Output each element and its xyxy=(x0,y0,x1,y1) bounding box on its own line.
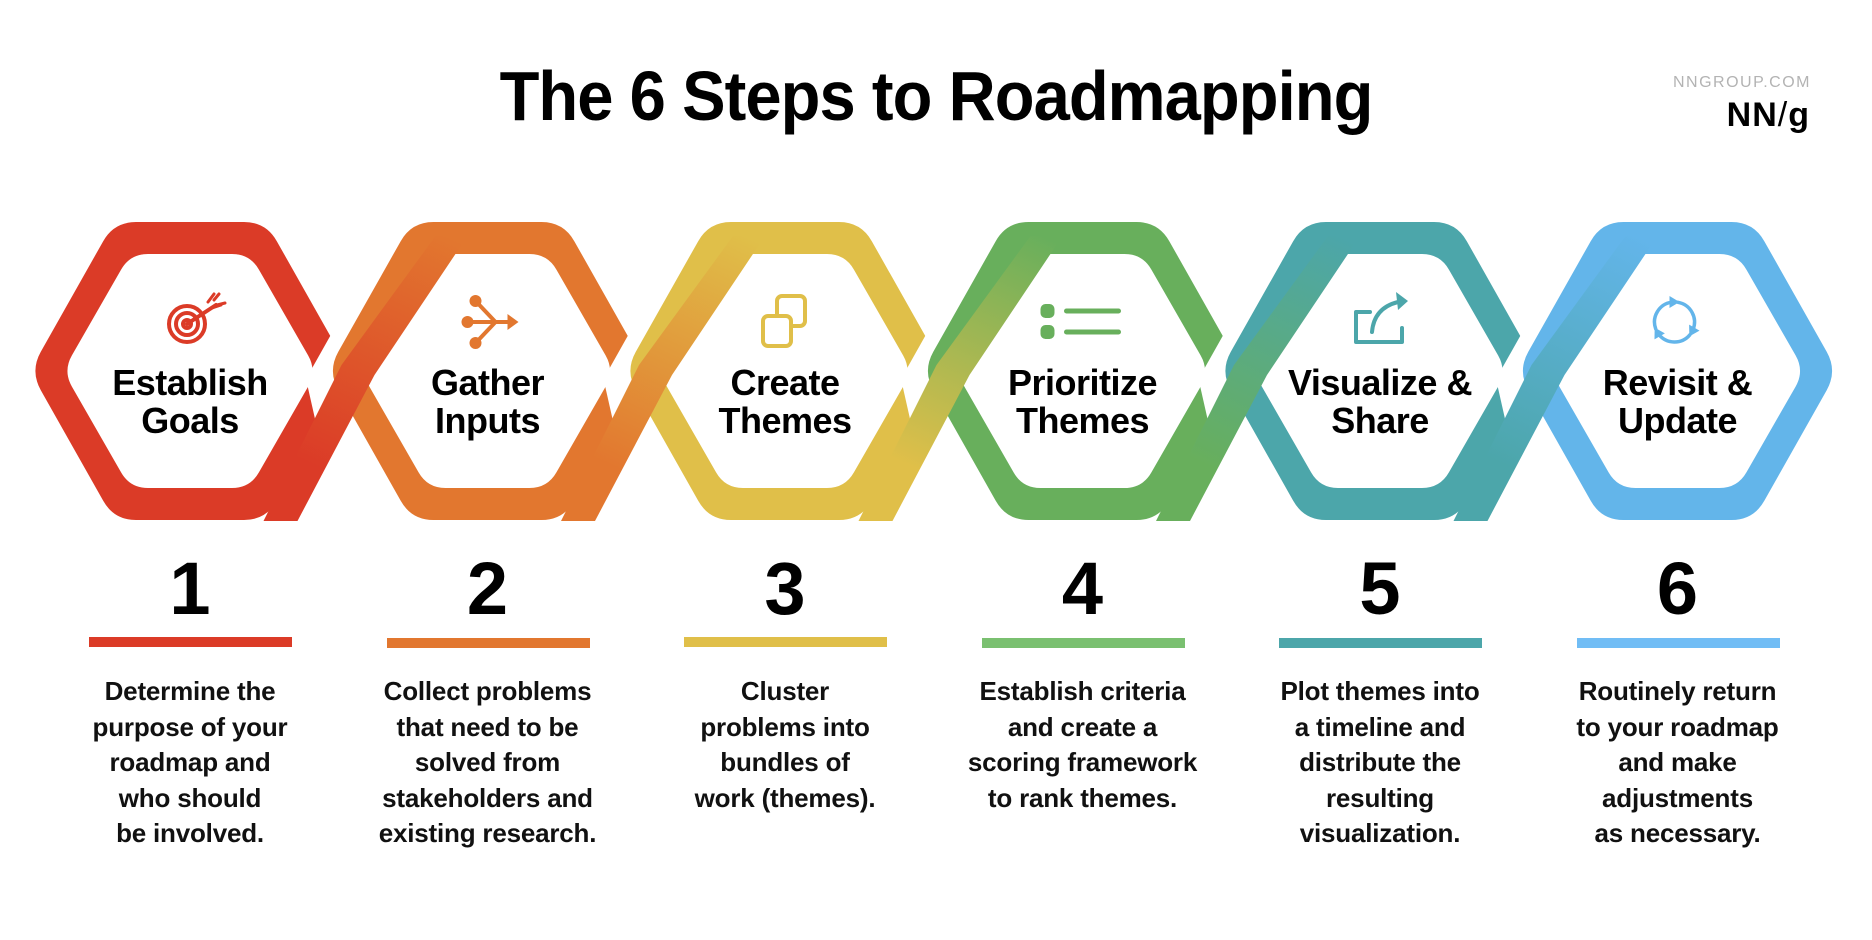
step-description-line: resulting xyxy=(1326,782,1434,813)
step-description: Establish criteria and create a scoring fr… xyxy=(948,674,1218,816)
step-description-line: stakeholders and xyxy=(382,782,593,813)
step-description-line: Plot themes into xyxy=(1280,676,1480,706)
step-description-line: Cluster xyxy=(740,676,830,706)
step-description-line: who should xyxy=(118,782,262,813)
step-number: 5 xyxy=(1359,547,1401,630)
step-description-line: and create a xyxy=(1007,711,1158,742)
step-color-bar xyxy=(1279,638,1482,648)
step-number: 1 xyxy=(169,547,211,630)
step-title: Create Themes xyxy=(665,364,905,440)
step-number: 6 xyxy=(1656,547,1699,630)
step-number: 4 xyxy=(1061,547,1104,630)
step-description-line: that need to be xyxy=(396,711,579,742)
step-description-line: a timeline and xyxy=(1294,711,1466,742)
step-description-line: Collect problems xyxy=(383,676,592,706)
step-description-line: roadmap and xyxy=(109,747,271,777)
step-title-line: Inputs xyxy=(435,400,540,441)
step-title: Gather Inputs xyxy=(368,364,608,440)
step-title-line: Themes xyxy=(1015,400,1150,441)
step-description-line: Establish criteria xyxy=(979,676,1186,706)
step-description-line: and make xyxy=(1618,747,1737,777)
step-title-line: Update xyxy=(1617,400,1738,441)
step-description-line: visualization. xyxy=(1299,818,1461,848)
step-description-line: Determine the xyxy=(104,676,276,706)
step-description-line: existing research. xyxy=(378,818,597,848)
step-number: 2 xyxy=(466,547,509,630)
step-title: Prioritize Themes xyxy=(963,364,1203,440)
step-description: Routinely return to your roadmap and make a… xyxy=(1543,674,1813,852)
step-description: Cluster problems into bundles of work (them… xyxy=(650,674,920,816)
step-title-line: Visualize & xyxy=(1288,362,1472,403)
stacked-squares-icon xyxy=(761,294,807,348)
step-color-bar xyxy=(1576,638,1780,648)
step-color-bar xyxy=(684,637,887,647)
step-title: Establish Goals xyxy=(70,364,310,440)
step-title-line: Goals xyxy=(141,400,239,441)
step-title-line: Themes xyxy=(718,400,852,441)
step-description: Plot themes into a timeline and distribute… xyxy=(1245,674,1515,852)
step-description-line: work (themes). xyxy=(694,782,876,813)
step-description: Determine the purpose of your roadmap and w… xyxy=(55,674,325,852)
step-description-line: bundles of xyxy=(720,747,850,777)
merge-arrow-icon xyxy=(461,295,519,349)
step-number: 3 xyxy=(764,547,806,630)
step-description-line: to your roadmap xyxy=(1576,711,1779,742)
step-description-line: problems into xyxy=(700,711,870,742)
step-description: Collect problems that need to be solved fr… xyxy=(353,674,623,852)
step-description-line: as necessary. xyxy=(1594,818,1761,848)
step-description-line: distribute the xyxy=(1299,747,1461,777)
step-title-line: Establish xyxy=(112,362,268,403)
step-title-line: Prioritize xyxy=(1007,362,1158,403)
step-description-line: adjustments xyxy=(1602,782,1753,813)
step-description-line: to rank themes. xyxy=(987,782,1178,813)
step-title-line: Create xyxy=(730,362,840,403)
step-color-bar xyxy=(89,637,292,647)
step-title-line: Share xyxy=(1331,400,1429,441)
step-title-line: Revisit & xyxy=(1602,362,1753,403)
step-color-bar xyxy=(981,638,1185,648)
step-color-bar xyxy=(386,638,590,648)
step-description-line: Routinely return xyxy=(1578,676,1777,706)
step-title: Visualize & Share xyxy=(1260,364,1500,440)
step-title: Revisit & Update xyxy=(1558,364,1798,440)
target-icon xyxy=(167,292,227,344)
share-icon xyxy=(1354,292,1408,344)
step-description-line: scoring framework xyxy=(967,747,1198,777)
cycle-icon xyxy=(1652,296,1700,344)
step-description-line: be involved. xyxy=(116,818,264,848)
list-icon xyxy=(1040,304,1121,339)
step-title-line: Gather xyxy=(430,362,545,403)
step-description-line: purpose of your xyxy=(92,711,288,742)
step-description-line: solved from xyxy=(414,747,561,777)
